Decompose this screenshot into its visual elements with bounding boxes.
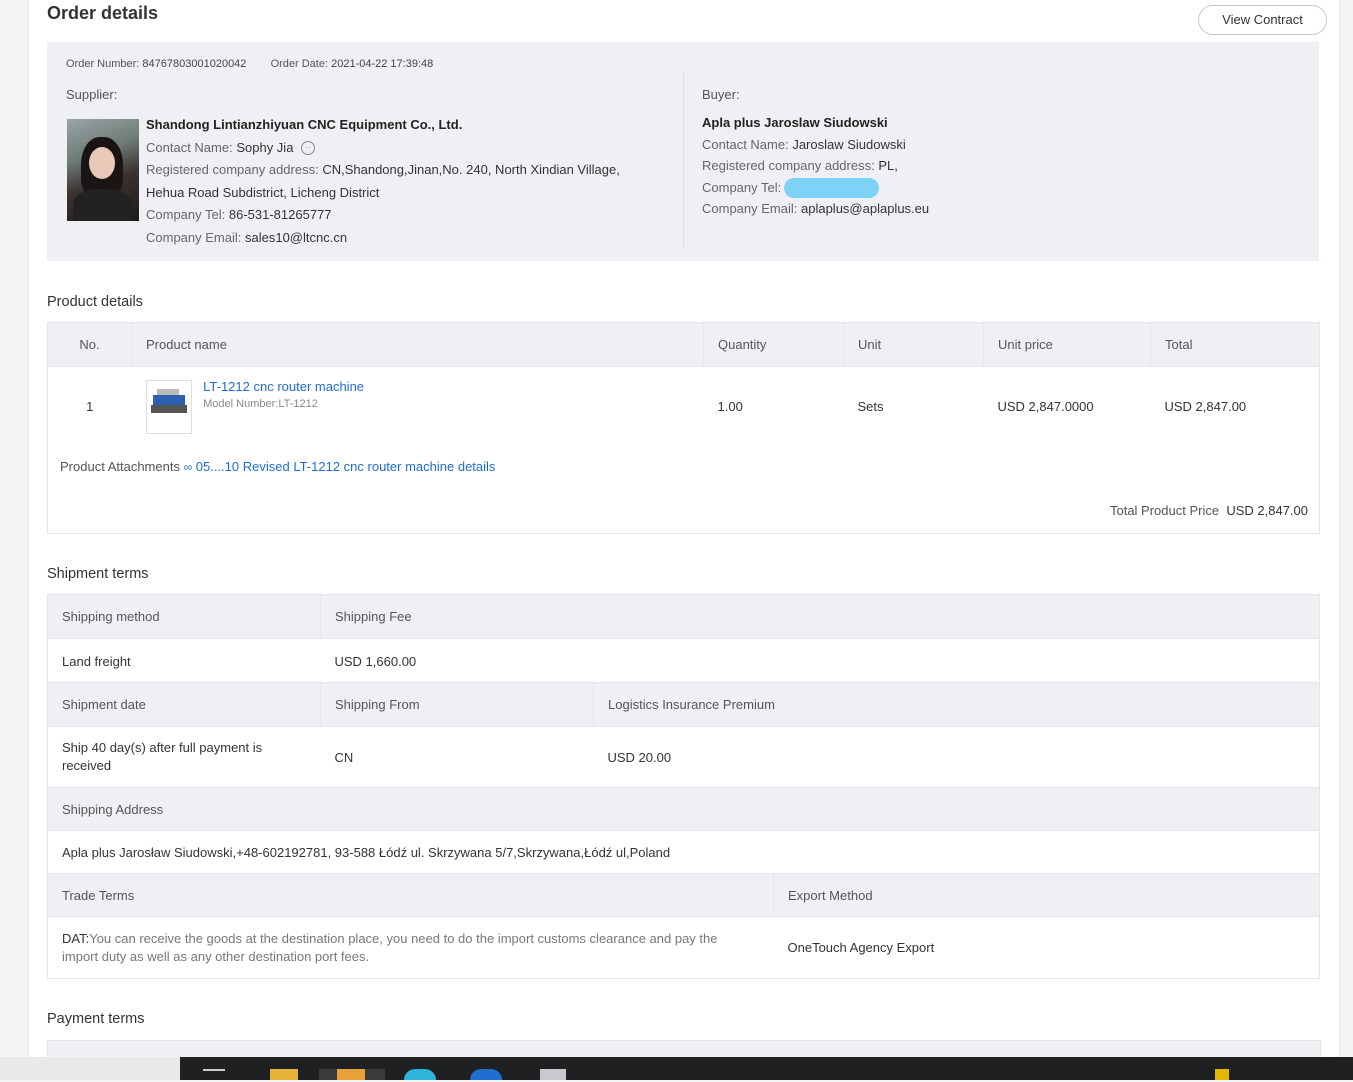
- order-date-label: Order Date:: [270, 58, 329, 70]
- shipping-from: CN: [320, 726, 594, 788]
- supplier-name: Shandong Lintianzhiyuan CNC Equipment Co…: [146, 117, 463, 132]
- attachments-label: Product Attachments: [60, 459, 180, 474]
- order-meta: Order Number: 84767803001020042 Order Da…: [66, 58, 433, 70]
- shipping-address: Apla plus Jarosław Siudowski,+48-6021927…: [47, 830, 1320, 874]
- table-row: 1 LT-1212 cnc router machine Model Numbe…: [47, 366, 1320, 447]
- trade-terms-label: Trade Terms: [47, 873, 774, 917]
- supplier-address-label: Registered company address:: [146, 162, 319, 177]
- shipping-address-table: Shipping Address Apla plus Jarosław Siud…: [47, 787, 1320, 874]
- supplier-details: Shandong Lintianzhiyuan CNC Equipment Co…: [146, 114, 646, 249]
- order-number: 84767803001020042: [142, 58, 247, 70]
- view-contract-button[interactable]: View Contract: [1198, 5, 1327, 35]
- total-product-price-row: Total Product Price USD 2,847.00: [47, 490, 1320, 534]
- payment-terms-title: Payment terms: [47, 1011, 145, 1027]
- file-explorer-icon[interactable]: [270, 1069, 298, 1080]
- shipment-date-label: Shipment date: [47, 682, 321, 727]
- row-quantity: 1.00: [703, 366, 844, 447]
- supplier-contact-label: Contact Name:: [146, 139, 233, 155]
- app-icon-grey[interactable]: [540, 1069, 566, 1080]
- total-product-price-label: Total Product Price: [1109, 503, 1220, 518]
- shipment-date-line2: received: [62, 758, 112, 773]
- shipping-address-label: Shipping Address: [47, 787, 1320, 831]
- buyer-details: Apla plus Jaroslaw Siudowski Contact Nam…: [702, 112, 1262, 220]
- buyer-label: Buyer:: [702, 87, 740, 102]
- shipment-date: Ship 40 day(s) after full payment is rec…: [47, 726, 321, 788]
- export-method: OneTouch Agency Export: [773, 916, 1320, 979]
- export-method-label: Export Method: [773, 873, 1320, 917]
- trade-terms-line2: import duty as well as any other destina…: [62, 948, 370, 964]
- shipment-table-2: Shipment date Shipping From Logistics In…: [47, 682, 1320, 788]
- product-model: Model Number:LT-1212: [203, 398, 318, 410]
- product-table: No. Product name Quantity Unit Unit pric…: [47, 322, 1320, 447]
- buyer-address: PL,: [878, 158, 898, 173]
- trade-terms-line1: You can receive the goods at the destina…: [89, 930, 718, 946]
- row-unit: Sets: [843, 366, 984, 447]
- insurance-label: Logistics Insurance Premium: [593, 682, 1320, 727]
- buyer-email-label: Company Email:: [702, 201, 798, 217]
- shipment-table-1: Shipping method Shipping Fee Land freigh…: [47, 594, 1320, 684]
- order-date: 2021-04-22 17:39:48: [331, 58, 434, 70]
- order-info-box: Order Number: 84767803001020042 Order Da…: [47, 42, 1319, 261]
- info-divider: [683, 72, 684, 247]
- shipment-date-line1: Ship 40 day(s) after full payment is: [62, 740, 263, 755]
- row-unit-price: USD 2,847.0000: [983, 366, 1151, 447]
- row-no: 1: [47, 366, 132, 447]
- buyer-address-label: Registered company address:: [702, 158, 875, 173]
- order-number-label: Order Number:: [66, 58, 140, 70]
- supplier-email: sales10@ltcnc.cn: [245, 229, 348, 245]
- buyer-name: Apla plus Jaroslaw Siudowski: [702, 115, 888, 130]
- product-cell: LT-1212 cnc router machine Model Number:…: [131, 366, 704, 447]
- supplier-address-line2: Hehua Road Subdistrict, Licheng District: [146, 184, 380, 200]
- buyer-contact-label: Contact Name:: [702, 136, 789, 152]
- trade-code: DAT:: [62, 930, 90, 946]
- shipping-from-label: Shipping From: [320, 682, 594, 727]
- taskbar-search-area[interactable]: [0, 1057, 180, 1080]
- supplier-tel-label: Company Tel:: [146, 207, 226, 222]
- col-product-name: Product name: [131, 322, 704, 367]
- product-thumbnail[interactable]: [145, 379, 192, 434]
- product-details-title: Product details: [47, 294, 143, 310]
- supplier-contact: Sophy Jia: [236, 139, 294, 155]
- trade-terms: DAT:You can receive the goods at the des…: [47, 916, 774, 979]
- col-unit: Unit: [843, 322, 984, 367]
- row-total: USD 2,847.00: [1150, 366, 1320, 447]
- supplier-address-line1: CN,Shandong,Jinan,No. 240, North Xindian…: [322, 162, 620, 177]
- shipping-fee-label: Shipping Fee: [320, 594, 1320, 639]
- supplier-email-label: Company Email:: [146, 229, 242, 245]
- task-view-icon[interactable]: [203, 1069, 225, 1082]
- col-no: No.: [47, 322, 132, 367]
- payment-table-header: [47, 1040, 1321, 1058]
- paperclip-icon: ∞: [183, 460, 193, 474]
- col-total: Total: [1150, 322, 1320, 367]
- redaction-mark: [784, 178, 880, 199]
- buyer-tel-label: Company Tel:: [702, 179, 782, 195]
- shipment-terms-title: Shipment terms: [47, 566, 149, 582]
- buyer-email: aplaplus@aplaplus.eu: [801, 201, 930, 217]
- col-quantity: Quantity: [703, 322, 844, 367]
- product-attachments-row: Product Attachments ∞ 05....10 Revised L…: [47, 446, 1320, 491]
- supplier-avatar: [67, 119, 139, 221]
- buyer-contact: Jaroslaw Siudowski: [792, 136, 906, 152]
- shipping-method: Land freight: [47, 638, 321, 684]
- chat-icon[interactable]: ··: [301, 141, 316, 156]
- shipping-method-label: Shipping method: [47, 594, 321, 639]
- total-product-price-value: USD 2,847.00: [1226, 503, 1308, 518]
- supplier-label: Supplier:: [66, 87, 118, 102]
- app-icon-yellow[interactable]: [1215, 1069, 1229, 1080]
- supplier-tel: 86-531-81265777: [228, 207, 332, 222]
- edge-icon[interactable]: [404, 1069, 436, 1080]
- product-name-link[interactable]: LT-1212 cnc router machine: [203, 379, 364, 394]
- insurance-value: USD 20.00: [593, 726, 1320, 788]
- col-unit-price: Unit price: [983, 322, 1151, 367]
- taskbar: [0, 1057, 1353, 1080]
- shipping-fee: USD 1,660.00: [320, 638, 1320, 684]
- trade-terms-table: Trade Terms Export Method DAT:You can re…: [47, 873, 1320, 979]
- app-icon-orange[interactable]: [337, 1069, 365, 1080]
- attachment-link[interactable]: 05....10 Revised LT-1212 cnc router mach…: [196, 459, 496, 474]
- app-icon-blue[interactable]: [470, 1069, 502, 1080]
- page-title: Order details: [47, 3, 159, 23]
